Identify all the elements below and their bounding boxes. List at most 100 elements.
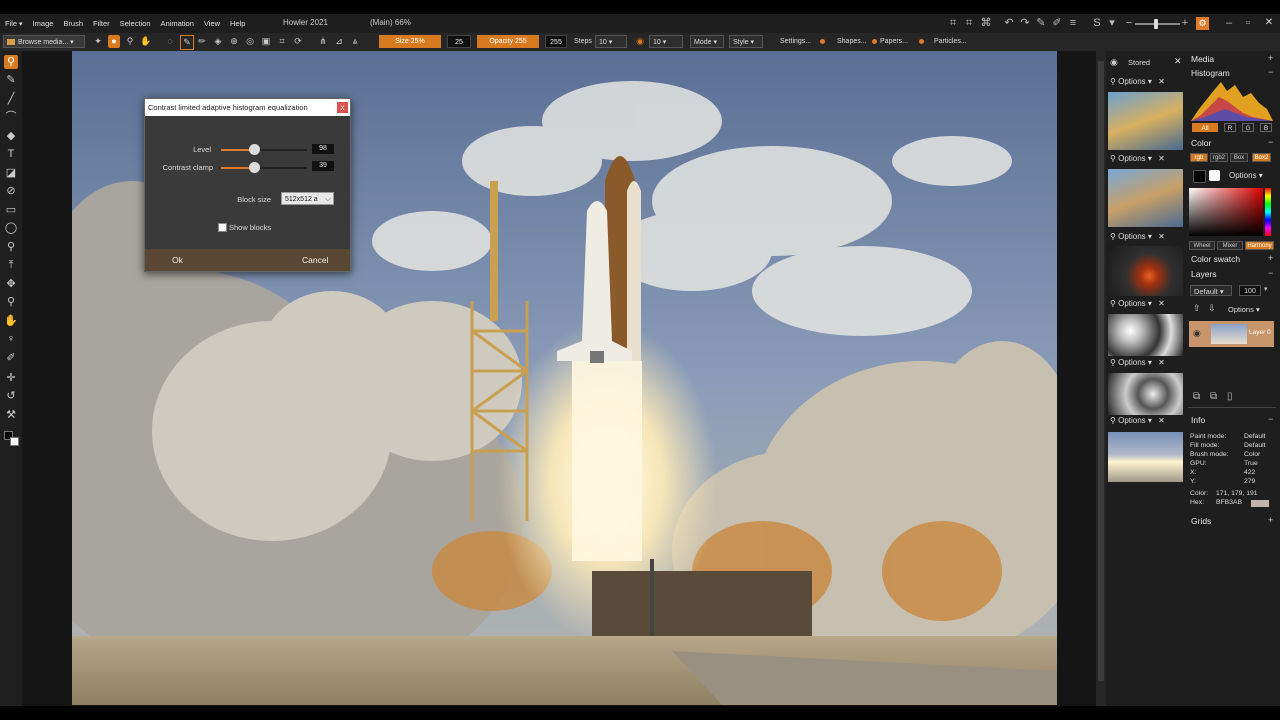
magic-wand-icon[interactable]: ✦ <box>92 35 104 48</box>
block-size-select[interactable]: 512x512 a <box>281 192 334 205</box>
color-collapse-icon[interactable]: − <box>1268 137 1273 147</box>
undo-icon[interactable]: ↶ <box>1002 16 1016 30</box>
smudge-tool-icon[interactable]: ✐ <box>4 351 18 365</box>
stored-thumbnail-4[interactable] <box>1108 314 1183 356</box>
mountain-icon[interactable]: ⩓ <box>349 35 361 48</box>
brush-edit-icon[interactable]: ✐ <box>1050 16 1064 30</box>
size-field[interactable]: Size 25% <box>379 35 441 48</box>
stored-options-1[interactable]: ⚲ Options ▾ ✕ <box>1110 77 1186 89</box>
panel-scrollbar-thumb[interactable] <box>1098 61 1104 681</box>
menu-selection[interactable]: Selection <box>115 19 156 28</box>
stored-thumbnail-1[interactable] <box>1108 92 1183 150</box>
transform-icon[interactable]: ⌘ <box>979 16 993 30</box>
shapes-button[interactable]: Shapes... <box>837 35 867 48</box>
style-dropdown[interactable]: Style <box>729 35 763 48</box>
close-icon[interactable]: ✕ <box>1158 77 1165 86</box>
browse-media-button[interactable]: Browse media... <box>3 35 85 48</box>
opacity-dropdown-icon[interactable]: ▾ <box>1264 285 1268 293</box>
hand-tool-icon[interactable]: ✋ <box>4 314 18 328</box>
hue-strip[interactable] <box>1265 188 1271 236</box>
curve-tool-icon[interactable]: ⌒ <box>4 110 18 124</box>
layers-options-dropdown[interactable]: Options ▾ <box>1228 305 1260 314</box>
papers-button[interactable]: Papers... <box>880 35 908 48</box>
show-blocks-checkbox[interactable] <box>218 223 227 232</box>
settings-button[interactable]: Settings... <box>780 35 811 48</box>
menu-help[interactable]: Help <box>225 19 250 28</box>
stored-thumbnail-6[interactable] <box>1108 432 1183 482</box>
zoom-out-icon[interactable]: − <box>1122 16 1136 30</box>
mirror-icon[interactable]: ⚙ <box>1196 17 1209 30</box>
color-tab-box[interactable]: Box <box>1230 153 1248 162</box>
eye-icon[interactable]: ◉ <box>1110 57 1118 68</box>
stored-thumbnail-2[interactable] <box>1108 169 1183 227</box>
panel-scrollbar[interactable] <box>1096 51 1106 706</box>
brush-tool-icon[interactable]: ● <box>108 35 120 48</box>
fill-tool-icon[interactable]: ◆ <box>4 129 18 143</box>
hand-icon[interactable]: ✋ <box>140 35 152 48</box>
stored-options-6[interactable]: ⚲ Options ▾ ✕ <box>1110 416 1186 428</box>
opacity-value-input[interactable]: 255 <box>545 35 567 48</box>
menu-view[interactable]: View <box>199 19 225 28</box>
dialog-close-button[interactable]: x <box>337 102 348 113</box>
layer-visibility-eye-icon[interactable]: ◉ <box>1193 328 1201 339</box>
cancel-button[interactable]: Cancel <box>302 255 328 265</box>
crosshair-tool-icon[interactable]: ✛ <box>4 371 18 385</box>
minimize-icon[interactable]: – <box>1222 16 1236 30</box>
stored-options-5[interactable]: ⚲ Options ▾ ✕ <box>1110 358 1186 370</box>
grids-panel-header[interactable]: Grids <box>1191 516 1211 526</box>
layers-panel-header[interactable]: Layers <box>1191 269 1217 279</box>
hist-channel-g[interactable]: G <box>1242 123 1254 132</box>
layers-collapse-icon[interactable]: − <box>1268 268 1273 278</box>
mode-dropdown[interactable]: Mode <box>690 35 724 48</box>
pencil-icon[interactable]: ✏ <box>196 35 208 48</box>
level-value[interactable]: 98 <box>312 144 334 154</box>
close-window-icon[interactable]: ✕ <box>1262 16 1276 30</box>
contrast-slider-knob[interactable] <box>249 162 261 173</box>
smudge-icon[interactable]: ◈ <box>212 35 224 48</box>
close-icon[interactable]: ✕ <box>1158 299 1165 308</box>
ok-button[interactable]: Ok <box>172 255 183 265</box>
color-tab-box2[interactable]: Box2 <box>1252 153 1271 162</box>
zoom-slider-knob[interactable] <box>1154 19 1158 29</box>
stored-options-4[interactable]: ⚲ Options ▾ ✕ <box>1110 299 1186 311</box>
color-options-dropdown[interactable]: Options ▾ <box>1229 171 1263 180</box>
move-layer-down-icon[interactable]: ⇩ <box>1208 303 1216 314</box>
new-layer-icon[interactable]: ⧉ <box>1193 391 1200 402</box>
rotate-tool-icon[interactable]: ↺ <box>4 389 18 403</box>
lamp-tool-icon[interactable]: ♀ <box>4 332 18 346</box>
eraser-icon[interactable]: ◎ <box>244 35 256 48</box>
ellipse-select-icon[interactable]: ◯ <box>4 221 18 235</box>
show-blocks-label[interactable]: Show blocks <box>229 223 271 232</box>
close-icon[interactable]: ✕ <box>1158 358 1165 367</box>
transform-tool-icon[interactable]: ◪ <box>4 166 18 180</box>
stored-options-2[interactable]: ⚲ Options ▾ ✕ <box>1110 154 1186 166</box>
filter-tool-icon[interactable]: ⚒ <box>4 408 18 422</box>
line-tool-icon[interactable]: ╱ <box>4 92 18 106</box>
brush-preset-icon[interactable]: ✎ <box>1034 16 1048 30</box>
delete-layer-icon[interactable]: ▯ <box>1227 391 1233 402</box>
menu-brush[interactable]: Brush <box>58 19 88 28</box>
color-swatch-header[interactable]: Color swatch <box>1191 254 1240 264</box>
menu-animation[interactable]: Animation <box>156 19 199 28</box>
lasso-icon[interactable]: ◌ <box>164 35 176 48</box>
crop-icon[interactable]: ⌗ <box>946 16 960 30</box>
level-slider-knob[interactable] <box>249 144 261 155</box>
color-mode-harmony[interactable]: Harmony <box>1245 241 1274 250</box>
foreground-color-swatch[interactable] <box>1193 170 1206 183</box>
steps-select[interactable]: 10 <box>595 35 627 48</box>
hist-channel-r[interactable]: R <box>1224 123 1236 132</box>
stored-close-icon[interactable]: ✕ <box>1174 56 1182 67</box>
stored-options-3[interactable]: ⚲ Options ▾ ✕ <box>1110 232 1186 244</box>
pen-icon[interactable]: ✎ <box>180 35 194 50</box>
zoom-in-icon[interactable]: + <box>1178 16 1192 30</box>
stored-thumbnail-3[interactable] <box>1108 246 1183 296</box>
brush-tool-icon[interactable]: ⚲ <box>4 55 18 69</box>
perspective-icon[interactable]: ⋔ <box>317 35 329 48</box>
color-mode-wheel[interactable]: Wheel <box>1189 241 1215 250</box>
secondary-color-swatch[interactable] <box>10 437 19 446</box>
move-layer-up-icon[interactable]: ⇧ <box>1193 303 1201 314</box>
color-tab-rgb2[interactable]: rgb2 <box>1210 153 1228 162</box>
size-value-input[interactable]: 25 <box>447 35 471 48</box>
layer-blend-mode-select[interactable]: Default ▾ <box>1190 285 1232 296</box>
dropper-tool-icon[interactable]: ⤒ <box>4 258 18 272</box>
